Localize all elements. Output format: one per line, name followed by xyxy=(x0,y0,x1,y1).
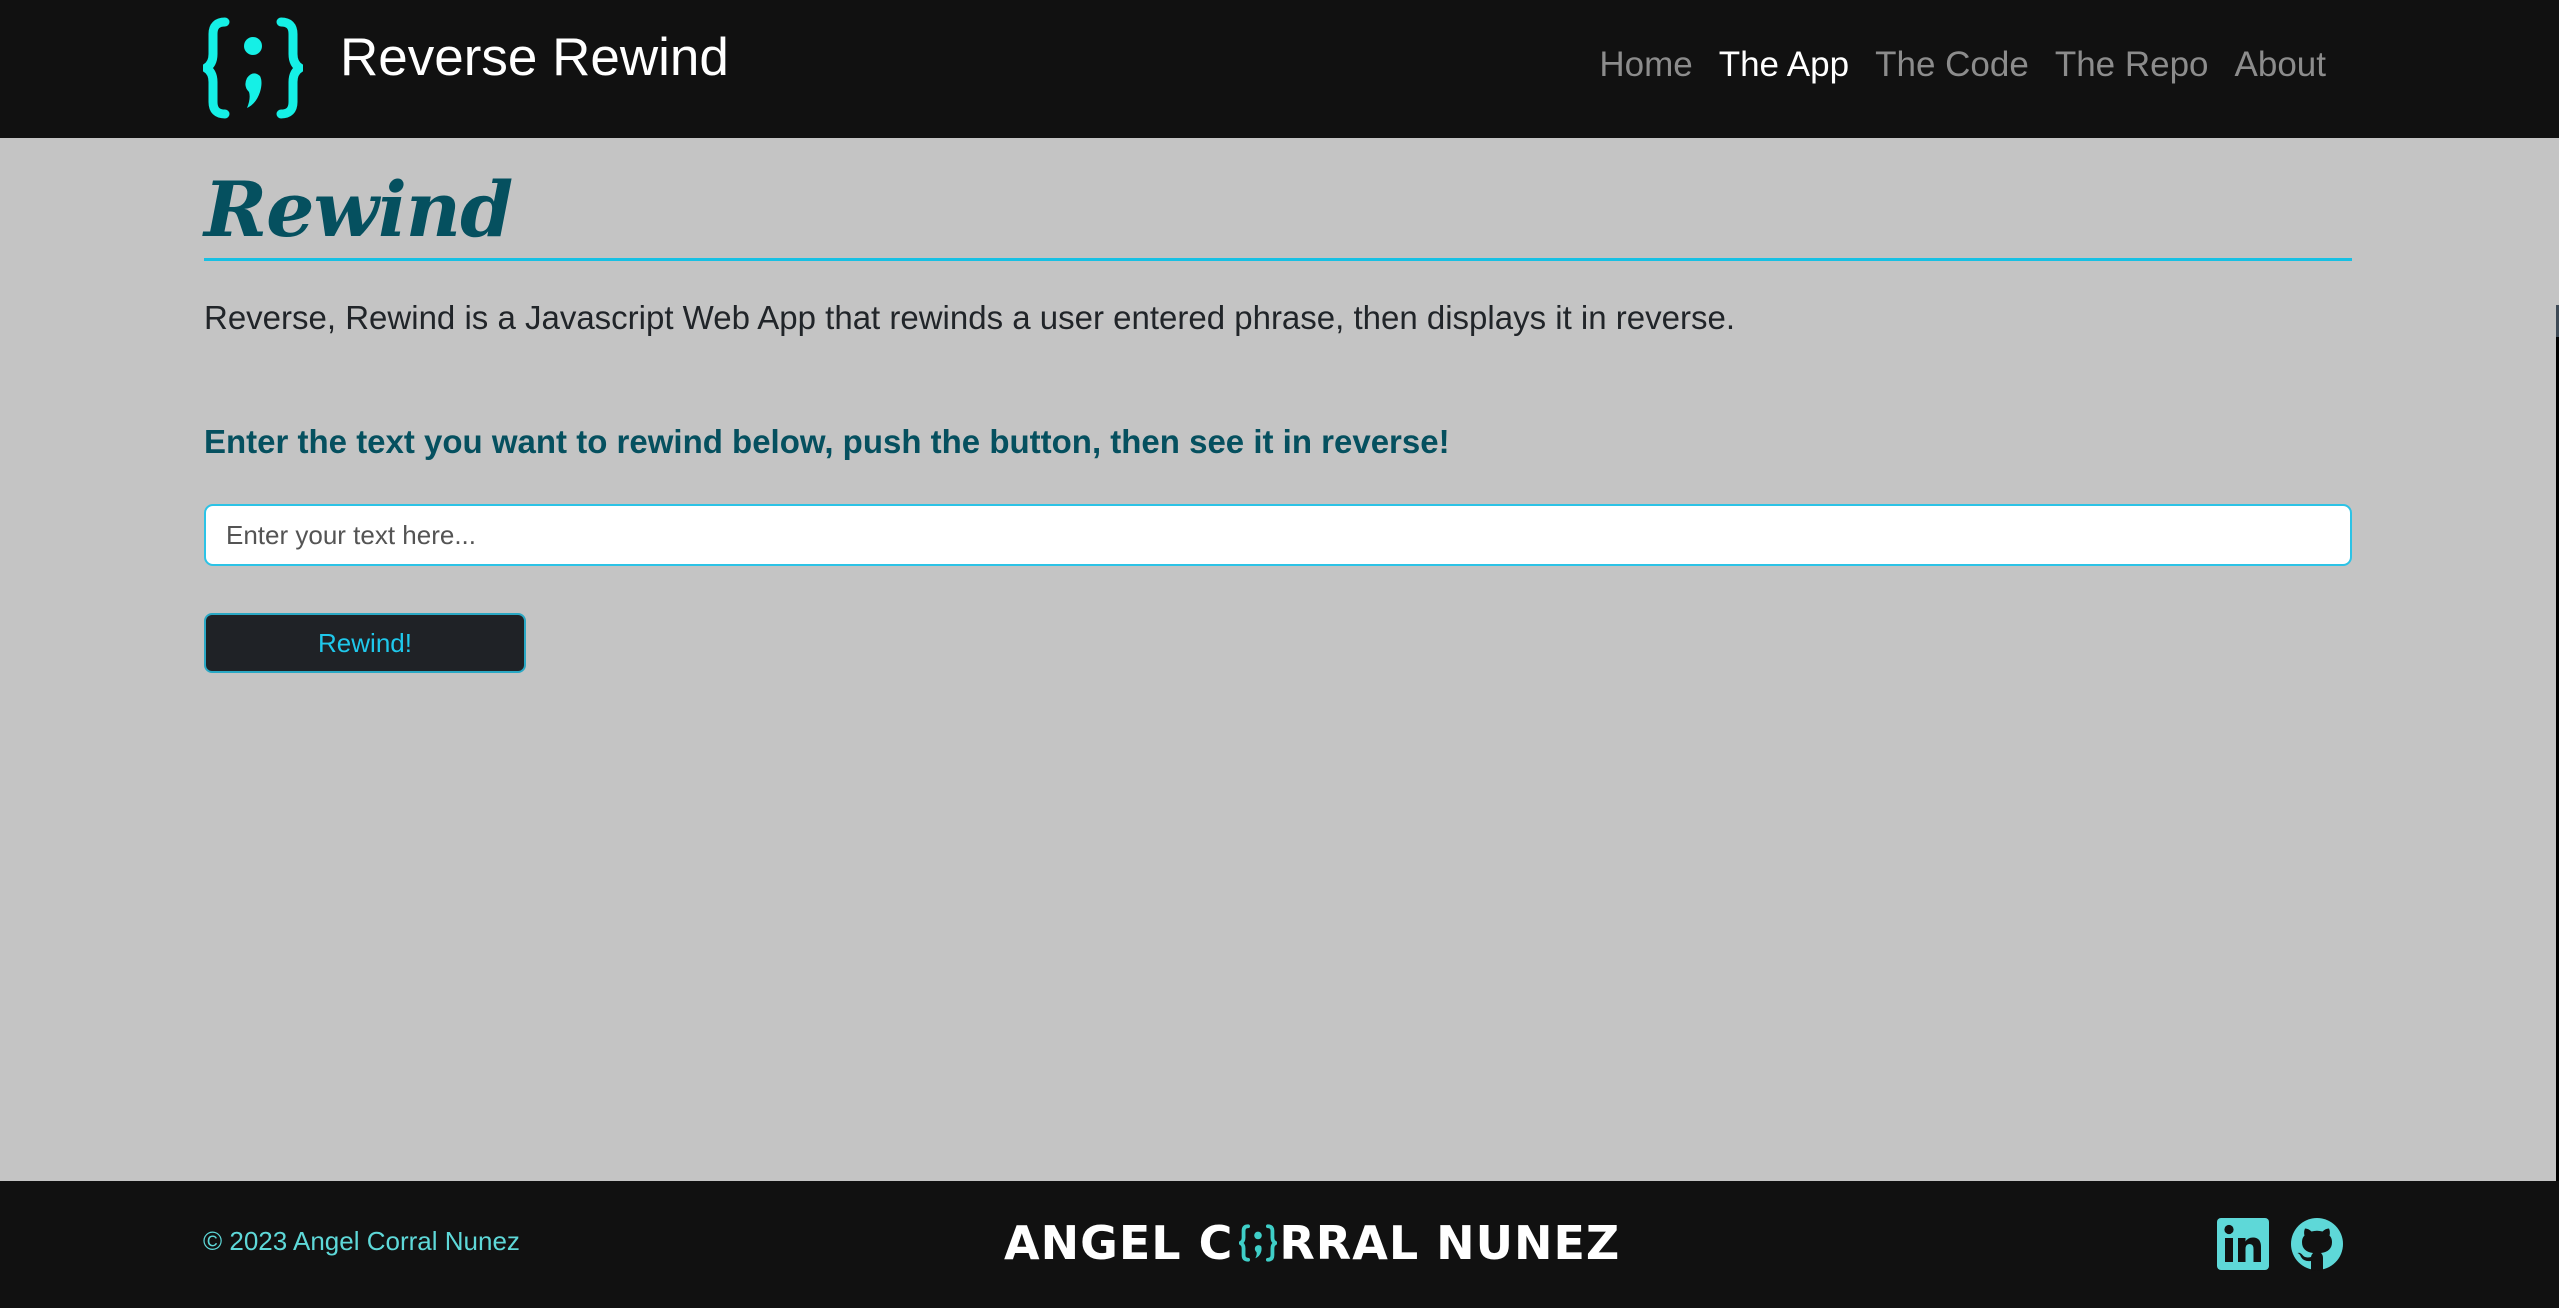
navbar: Reverse Rewind Home The App The Code The… xyxy=(0,0,2559,138)
footer-brand-left: ANGEL C xyxy=(1004,1216,1234,1270)
main-content: Rewind Reverse, Rewind is a Javascript W… xyxy=(204,138,2352,673)
curly-braces-semicolon-icon xyxy=(203,17,303,119)
nav-links: Home The App The Code The Repo About xyxy=(1586,40,2339,90)
intro-text: Reverse, Rewind is a Javascript Web App … xyxy=(204,299,1735,336)
nav-link-the-app[interactable]: The App xyxy=(1706,40,1862,90)
footer-brand-right: RRAL NUNEZ xyxy=(1279,1216,1621,1270)
footer: © 2023 Angel Corral Nunez ANGEL C RRAL N… xyxy=(0,1181,2559,1308)
linkedin-icon[interactable] xyxy=(2216,1217,2270,1271)
curly-braces-semicolon-icon xyxy=(1239,1224,1278,1262)
github-icon[interactable] xyxy=(2290,1217,2344,1271)
nav-link-the-repo[interactable]: The Repo xyxy=(2042,40,2222,90)
brand[interactable]: Reverse Rewind xyxy=(203,16,729,120)
title-divider xyxy=(204,258,2352,261)
page-title: Rewind xyxy=(204,165,513,254)
social-links xyxy=(2216,1217,2344,1271)
instruction-heading: Enter the text you want to rewind below,… xyxy=(204,423,1450,460)
nav-link-the-code[interactable]: The Code xyxy=(1862,40,2042,90)
text-input[interactable] xyxy=(204,504,2352,566)
footer-brand-logo: ANGEL C RRAL NUNEZ xyxy=(1004,1216,1621,1270)
nav-link-about[interactable]: About xyxy=(2222,40,2339,90)
copyright-text: © 2023 Angel Corral Nunez xyxy=(203,1226,520,1256)
brand-name[interactable]: Reverse Rewind xyxy=(340,26,729,90)
nav-link-home[interactable]: Home xyxy=(1586,40,1705,90)
rewind-button[interactable]: Rewind! xyxy=(204,613,526,673)
